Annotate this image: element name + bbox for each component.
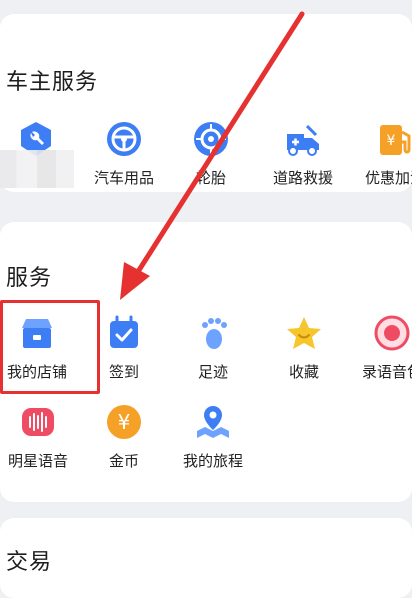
annotation-arrow [120,11,305,300]
